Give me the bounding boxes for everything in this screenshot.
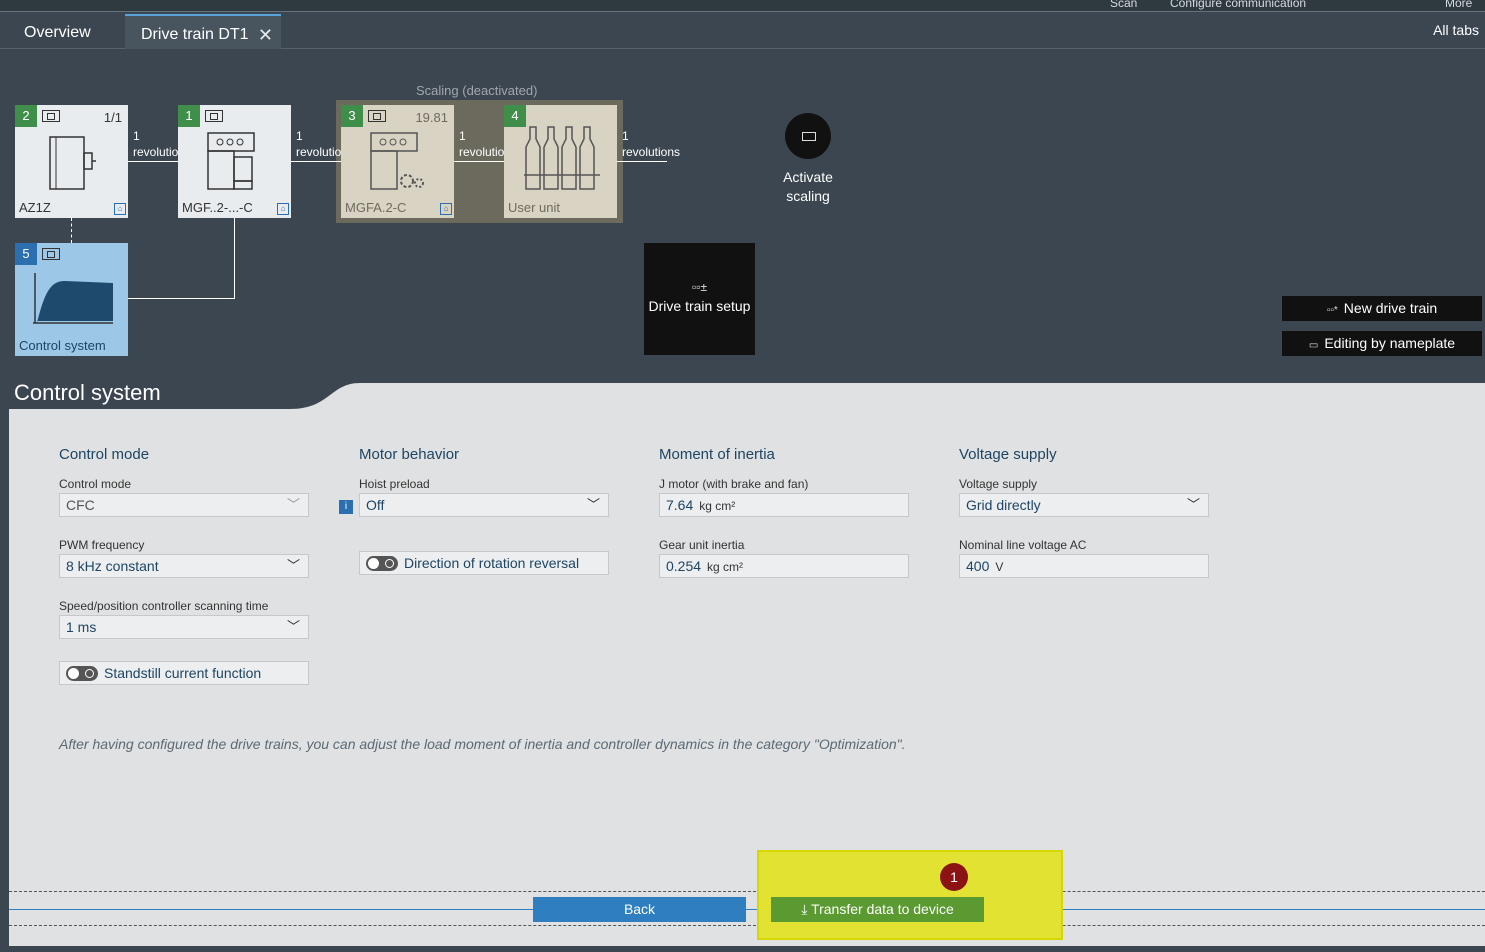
pwm-frequency-select[interactable]: 8 kHz constant ﹀: [59, 554, 309, 578]
connector-label: 1revolutions: [296, 129, 342, 159]
editing-by-nameplate-button[interactable]: ▭ Editing by nameplate: [1282, 331, 1482, 356]
tab-bar: Overview Drive train DT1 ✕ All tabs: [0, 12, 1485, 49]
chip-icon: [42, 110, 60, 122]
panel-title: Control system: [14, 380, 161, 405]
chevron-down-icon: ﹀: [286, 619, 300, 634]
chip-icon: [42, 248, 60, 260]
scaling-title: Scaling (deactivated): [416, 83, 538, 98]
highlight-box: [757, 850, 1063, 940]
chip-icon: [368, 110, 386, 122]
panel-left-edge: [0, 383, 9, 952]
section-heading: Moment of inertia: [659, 446, 775, 463]
connector-line: [128, 161, 178, 162]
top-strip: Scan Configure communication More: [0, 0, 1485, 12]
divider: [9, 925, 1485, 926]
connector-line: [617, 161, 667, 162]
nominal-voltage-field[interactable]: 400 V: [959, 554, 1209, 578]
hoist-preload-select[interactable]: Off ﹀: [359, 493, 609, 517]
divider: [9, 891, 1485, 892]
chevron-down-icon: ﹀: [286, 558, 300, 573]
drive-train-canvas: Scaling (deactivated) 1 revolutions 1 revo…: [0, 50, 1485, 383]
scanning-time-select[interactable]: 1 ms ﹀: [59, 615, 309, 639]
control-mode-select[interactable]: CFC ﹀: [59, 493, 309, 517]
lock-icon: ⌂: [277, 203, 289, 215]
connector-line: [454, 161, 504, 162]
nameplate-icon: ▭: [1308, 340, 1319, 351]
new-drive-train-button[interactable]: ▫▫* New drive train: [1282, 296, 1482, 321]
voltage-supply-section: Voltage supply Voltage supply Grid direc…: [959, 446, 1209, 599]
motor-behavior-section: Motor behavior Hoist preload Off ﹀: [359, 446, 609, 538]
lock-icon: ⌂: [114, 203, 126, 215]
scan-button[interactable]: Scan: [1110, 0, 1137, 10]
gearmotor-icon: [207, 132, 255, 190]
close-icon[interactable]: ✕: [258, 16, 273, 54]
gear-inertia-field[interactable]: 0.254 kg cm²: [659, 554, 909, 578]
control-curve-icon: [33, 273, 113, 324]
configure-communication-button[interactable]: Configure communication: [1170, 0, 1306, 10]
connector-line: [234, 218, 235, 299]
moment-of-inertia-section: Moment of inertia J motor (with brake an…: [659, 446, 909, 599]
chevron-down-icon: ﹀: [1186, 497, 1200, 512]
node-az1z[interactable]: 2 1/1 AZ1Z ⌂: [15, 105, 128, 218]
transfer-data-button[interactable]: ⤓ Transfer data to device: [771, 897, 984, 922]
more-button[interactable]: More: [1445, 0, 1472, 10]
section-heading: Motor behavior: [359, 446, 460, 463]
chevron-down-icon: ﹀: [586, 497, 600, 512]
node-user-unit[interactable]: 4 User unit: [504, 105, 617, 218]
direction-reversal-toggle[interactable]: Direction of rotation reversal: [359, 551, 609, 575]
info-icon[interactable]: i: [339, 500, 353, 514]
standstill-current-toggle[interactable]: Standstill current function: [59, 661, 309, 685]
node-control-system[interactable]: 5 Control system: [15, 243, 128, 356]
node-mgf[interactable]: 1 MGF..2-...-C ⌂: [178, 105, 291, 218]
connector-label: 1revolutions: [622, 129, 681, 159]
new-drive-train-icon: ▫▫*: [1326, 305, 1338, 316]
scaling-icon: [785, 113, 831, 159]
toggle-switch-icon: [366, 556, 398, 571]
chevron-down-icon: ﹀: [286, 497, 300, 512]
gear-unit-icon: [370, 132, 424, 190]
tab-overview[interactable]: Overview: [8, 14, 107, 49]
bottom-strip: [0, 946, 1485, 952]
tab-drive-train-dt1[interactable]: Drive train DT1 ✕: [125, 14, 281, 49]
voltage-supply-select[interactable]: Grid directly ﹀: [959, 493, 1209, 517]
setup-icon: ▫▫±: [691, 280, 708, 294]
bottles-icon: [524, 126, 600, 190]
connector-line: [128, 298, 235, 299]
all-tabs-button[interactable]: All tabs: [1433, 22, 1479, 38]
chip-icon: [205, 110, 223, 122]
encoder-icon: [49, 136, 96, 190]
toggle-switch-icon: [66, 666, 98, 681]
node-mgfa[interactable]: 3 19.81 MGFA.2-C ⌂: [341, 105, 454, 218]
control-mode-section: Control mode Control mode CFC ﹀ PWM frequ…: [59, 446, 309, 660]
download-icon: ⤓: [801, 901, 808, 917]
j-motor-field[interactable]: 7.64 kg cm²: [659, 493, 909, 517]
step-badge: 1: [940, 863, 968, 891]
activate-scaling-button[interactable]: Activate scaling: [783, 113, 833, 204]
divider: [9, 909, 1485, 910]
section-heading: Control mode: [59, 446, 150, 463]
back-button[interactable]: Back: [533, 897, 746, 922]
drive-train-setup-button[interactable]: ▫▫± Drive train setup: [644, 243, 755, 355]
lock-icon: ⌂: [440, 203, 452, 215]
section-heading: Voltage supply: [959, 446, 1057, 463]
optimization-note: After having configured the drive trains…: [59, 736, 906, 752]
connector-line: [291, 161, 341, 162]
dashed-link: [71, 218, 72, 243]
connector-label: 1revolutions: [459, 129, 505, 159]
